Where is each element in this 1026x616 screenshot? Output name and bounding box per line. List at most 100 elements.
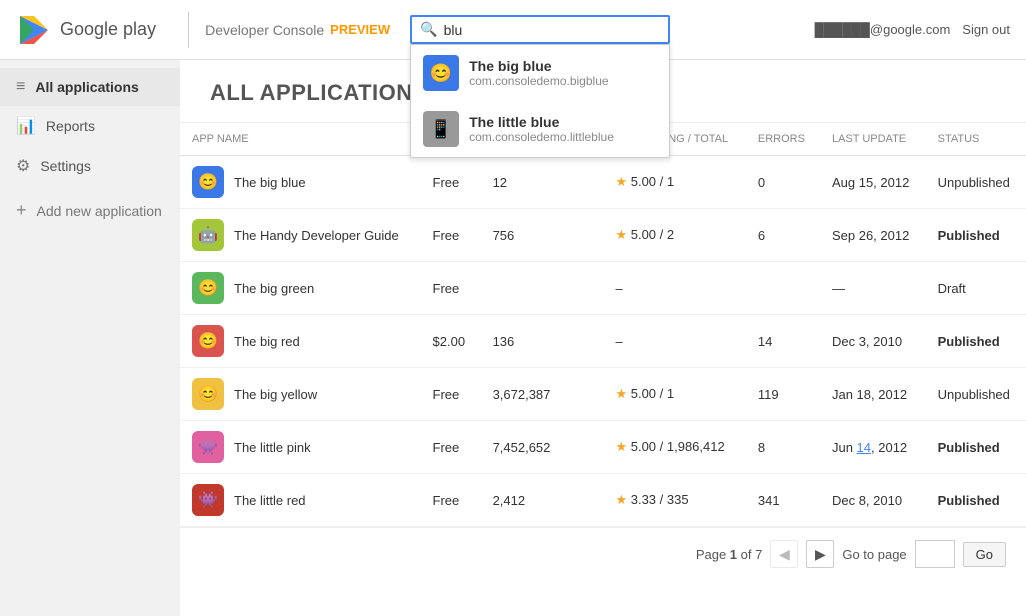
app-price: Free: [421, 421, 481, 474]
app-installs: 2,412: [481, 474, 604, 527]
go-to-page-label: Go to page: [842, 547, 906, 562]
app-price: Free: [421, 209, 481, 262]
col-errors: ERRORS: [746, 123, 820, 156]
app-status: Draft: [926, 262, 1026, 315]
app-name: The big green: [234, 281, 314, 296]
star-icon: ★: [615, 174, 627, 189]
dev-console-label: Developer Console: [205, 22, 324, 38]
app-installs: 136: [481, 315, 604, 368]
app-name: The big red: [234, 334, 300, 349]
sidebar-label-reports: Reports: [46, 118, 95, 134]
table-row[interactable]: 😊 The big blue Free12★ 5.00 / 10Aug 15, …: [180, 156, 1026, 209]
big-blue-icon: 😊: [423, 55, 459, 91]
search-result-name-2: The little blue: [469, 114, 614, 130]
app-price: $2.00: [421, 315, 481, 368]
sidebar-item-settings[interactable]: ⚙ Settings: [0, 146, 180, 186]
app-name-cell: 😊 The big red: [180, 315, 421, 368]
search-result-name: The big blue: [469, 58, 608, 74]
star-icon: ★: [615, 492, 627, 507]
search-input[interactable]: [444, 22, 644, 38]
col-app-name: APP NAME: [180, 123, 421, 156]
app-name: The big yellow: [234, 387, 317, 402]
app-rating: ★ 5.00 / 1,986,412: [603, 421, 745, 474]
app-errors: 6: [746, 209, 820, 262]
go-to-page-input[interactable]: [915, 540, 955, 568]
user-area: ██████@google.com Sign out: [815, 22, 1010, 37]
app-status: Published: [926, 421, 1026, 474]
app-icon: 👾: [192, 484, 224, 516]
settings-icon: ⚙: [16, 156, 30, 176]
table-row[interactable]: 🤖 The Handy Developer Guide Free756★ 5.0…: [180, 209, 1026, 262]
app-last-update: Dec 8, 2010: [820, 474, 926, 527]
app-rating: –: [603, 315, 745, 368]
app-errors: [746, 262, 820, 315]
app-name-cell: 👾 The little pink: [180, 421, 421, 474]
app-icon: 😊: [192, 272, 224, 304]
app-last-update: Dec 3, 2010: [820, 315, 926, 368]
star-icon: ★: [615, 227, 627, 242]
sign-out-link[interactable]: Sign out: [962, 22, 1010, 37]
table-row[interactable]: 😊 The big yellow Free3,672,387★ 5.00 / 1…: [180, 368, 1026, 421]
sidebar-item-all-applications[interactable]: ≡ All applications: [0, 68, 180, 106]
app-price: Free: [421, 156, 481, 209]
app-rating: ★ 5.00 / 2: [603, 209, 745, 262]
table-row[interactable]: 👾 The little red Free2,412★ 3.33 / 33534…: [180, 474, 1026, 527]
star-icon: ★: [615, 386, 627, 401]
search-result-package-2: com.consoledemo.littleblue: [469, 130, 614, 144]
app-status: Published: [926, 315, 1026, 368]
search-result-big-blue[interactable]: 😊 The big blue com.consoledemo.bigblue: [411, 45, 669, 101]
app-errors: 341: [746, 474, 820, 527]
search-icon: 🔍: [420, 21, 437, 38]
prev-page-button[interactable]: ◀: [770, 540, 798, 568]
preview-badge: PREVIEW: [330, 22, 390, 37]
app-header: Google play Developer Console PREVIEW 🔍 …: [0, 0, 1026, 60]
app-price: Free: [421, 474, 481, 527]
app-errors: 14: [746, 315, 820, 368]
sidebar-label-all-apps: All applications: [35, 79, 138, 95]
app-icon: 😊: [192, 378, 224, 410]
app-installs: 3,672,387: [481, 368, 604, 421]
app-installs: 756: [481, 209, 604, 262]
table-row[interactable]: 👾 The little pink Free7,452,652★ 5.00 / …: [180, 421, 1026, 474]
app-installs: [481, 262, 604, 315]
app-rating: ★ 3.33 / 335: [603, 474, 745, 527]
app-name: The little red: [234, 493, 306, 508]
app-price: Free: [421, 262, 481, 315]
page-label: Page 1 of 7: [696, 547, 763, 562]
plus-icon: +: [16, 200, 27, 221]
app-errors: 8: [746, 421, 820, 474]
app-status: Unpublished: [926, 156, 1026, 209]
app-name-cell: 😊 The big yellow: [180, 368, 421, 421]
app-rating: ★ 5.00 / 1: [603, 156, 745, 209]
app-price: Free: [421, 368, 481, 421]
app-last-update: —: [820, 262, 926, 315]
table-row[interactable]: 😊 The big red $2.00136–14Dec 3, 2010Publ…: [180, 315, 1026, 368]
app-name: The big blue: [234, 175, 306, 190]
app-name-cell: 😊 The big blue: [180, 156, 421, 209]
app-errors: 119: [746, 368, 820, 421]
app-last-update: Aug 15, 2012: [820, 156, 926, 209]
search-input-wrapper: 🔍: [410, 15, 670, 44]
app-table: APP NAME PRICE ACTIVE INSTALLS AVG. RATI…: [180, 123, 1026, 527]
app-name-cell: 🤖 The Handy Developer Guide: [180, 209, 421, 262]
app-status: Published: [926, 474, 1026, 527]
sidebar-item-reports[interactable]: 📊 Reports: [0, 106, 180, 146]
app-name-cell: 😊 The big green: [180, 262, 421, 315]
reports-icon: 📊: [16, 116, 36, 136]
google-play-logo: [16, 12, 52, 48]
add-new-application-button[interactable]: + Add new application: [0, 190, 180, 231]
app-last-update: Jun 14, 2012: [820, 421, 926, 474]
app-icon: 🤖: [192, 219, 224, 251]
search-result-little-blue[interactable]: 📱 The little blue com.consoledemo.little…: [411, 101, 669, 157]
app-name-cell: 👾 The little red: [180, 474, 421, 527]
logo-area: Google play: [16, 12, 156, 48]
header-divider: [188, 12, 189, 48]
app-installs: 12: [481, 156, 604, 209]
app-icon: 😊: [192, 166, 224, 198]
sidebar-label-settings: Settings: [40, 158, 91, 174]
col-status: STATUS: [926, 123, 1026, 156]
add-new-label: Add new application: [37, 203, 162, 219]
table-row[interactable]: 😊 The big green Free–—Draft: [180, 262, 1026, 315]
go-button[interactable]: Go: [963, 542, 1006, 567]
next-page-button[interactable]: ▶: [806, 540, 834, 568]
